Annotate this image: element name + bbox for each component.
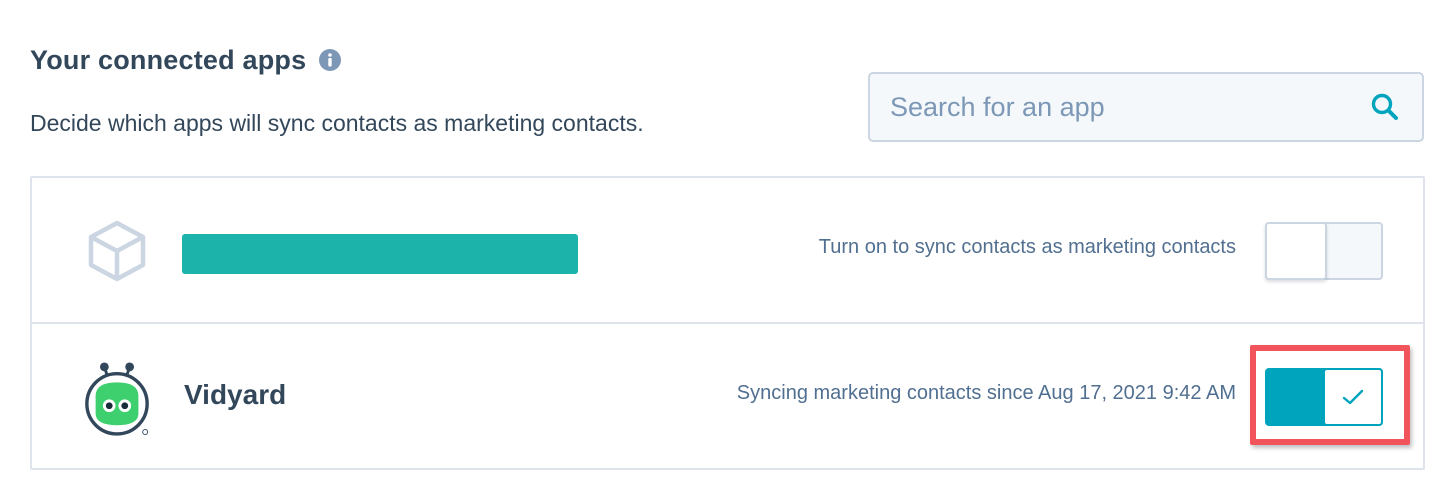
toggle-knob[interactable] xyxy=(1323,368,1383,426)
sync-status-text: Syncing marketing contacts since Aug 17,… xyxy=(736,382,1236,404)
page-subtitle: Decide which apps will sync contacts as … xyxy=(30,110,644,136)
search-field[interactable] xyxy=(868,72,1424,142)
search-input[interactable] xyxy=(890,91,1370,123)
checkmark-icon xyxy=(1342,389,1364,405)
app-name-redacted xyxy=(182,234,578,274)
vidyard-robot-icon xyxy=(82,362,152,436)
sync-status-text: Turn on to sync contacts as marketing co… xyxy=(818,236,1236,258)
cube-icon xyxy=(82,216,152,286)
toggle-knob[interactable] xyxy=(1265,222,1327,280)
sync-toggle[interactable] xyxy=(1265,368,1383,426)
app-row: Vidyard Syncing marketing contacts since… xyxy=(32,324,1423,470)
info-circle-icon[interactable] xyxy=(318,48,342,72)
page-title: Your connected apps xyxy=(30,44,307,75)
sync-toggle[interactable] xyxy=(1265,222,1383,280)
app-name: Vidyard xyxy=(184,379,287,410)
search-icon[interactable] xyxy=(1370,92,1400,122)
section-header: Your connected apps xyxy=(30,40,342,80)
connected-apps-page: Your connected apps Decide which apps wi… xyxy=(0,0,1450,490)
connected-apps-list: Turn on to sync contacts as marketing co… xyxy=(30,176,1425,470)
app-row: Turn on to sync contacts as marketing co… xyxy=(32,178,1423,324)
